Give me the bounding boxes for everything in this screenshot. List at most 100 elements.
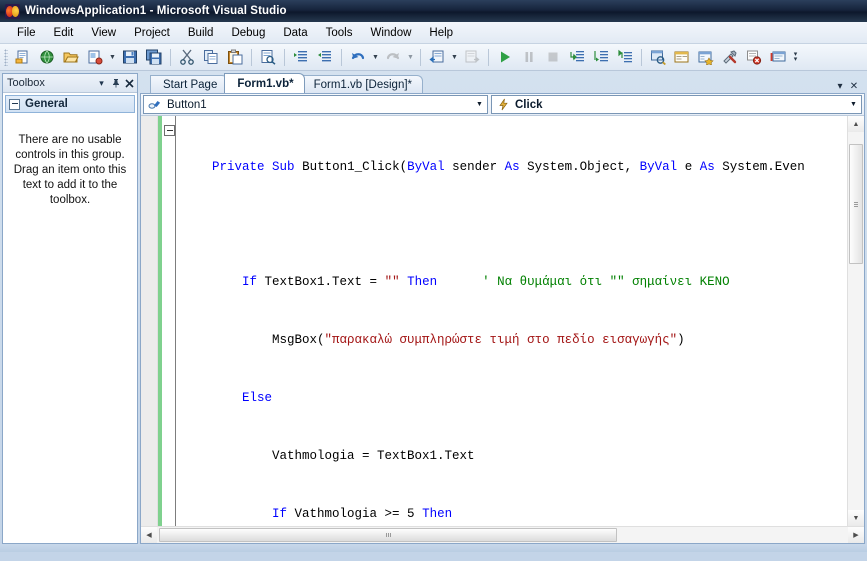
chevron-down-icon[interactable]: ▼ xyxy=(846,96,861,113)
save-all-icon[interactable] xyxy=(142,45,166,69)
close-icon[interactable]: ✕ xyxy=(847,81,861,92)
code-line: Vathmologia = TextBox1.Text xyxy=(182,449,475,464)
navigate-backward-dropdown-icon[interactable]: ▼ xyxy=(449,46,460,68)
code-line: MsgBox("παρακαλώ συμπληρώστε τιμή στο πε… xyxy=(182,333,685,348)
standard-toolbar: ▼ ▼ ▼ ▼ ▾ ▾ xyxy=(0,44,867,71)
save-icon[interactable] xyxy=(118,45,142,69)
tab-label: Form1.vb [Design]* xyxy=(313,78,413,91)
scroll-left-button[interactable]: ◀ xyxy=(141,527,157,543)
toolbox-header: Toolbox ▾ xyxy=(3,74,137,93)
menu-item-debug[interactable]: Debug xyxy=(222,25,274,41)
add-new-item-icon[interactable] xyxy=(83,45,107,69)
uncomment-icon[interactable] xyxy=(313,45,337,69)
chevron-down-icon[interactable]: ▾ xyxy=(833,81,847,92)
error-list-icon[interactable] xyxy=(742,45,766,69)
start-debugging-icon[interactable] xyxy=(493,45,517,69)
menu-bar: File Edit View Project Build Debug Data … xyxy=(0,22,867,44)
chevron-down-icon[interactable]: ▾ xyxy=(95,76,108,90)
class-dropdown-value: Button1 xyxy=(167,98,207,111)
cut-icon[interactable] xyxy=(175,45,199,69)
new-project-icon[interactable] xyxy=(11,45,35,69)
code-line: Else xyxy=(242,391,273,406)
tab-strip-controls: ▾ ✕ xyxy=(833,81,865,93)
toolbar-options-icon[interactable]: ▾ ▾ xyxy=(790,46,801,68)
menu-item-tools[interactable]: Tools xyxy=(317,25,362,41)
visual-studio-logo-icon xyxy=(5,3,20,19)
document-tab-strip: Start Page Form1.vb* Form1.vb [Design]* … xyxy=(140,73,865,93)
tab-label: Start Page xyxy=(163,78,218,91)
menu-item-build[interactable]: Build xyxy=(179,25,223,41)
output-window-icon[interactable] xyxy=(766,45,790,69)
window-title: WindowsApplication1 - Microsoft Visual S… xyxy=(25,5,287,17)
redo-dropdown-icon[interactable]: ▼ xyxy=(405,46,416,68)
tab-label: Form1.vb* xyxy=(237,77,294,90)
code-line: If Vathmologia >= 5 Then xyxy=(272,506,453,521)
toolbar-grip[interactable] xyxy=(4,48,8,66)
navigate-forward-icon[interactable] xyxy=(460,45,484,69)
horizontal-scrollbar[interactable]: ◀ ▶ xyxy=(141,526,864,543)
menu-item-view[interactable]: View xyxy=(82,25,125,41)
collapse-minus-icon[interactable] xyxy=(9,98,20,110)
stop-icon[interactable] xyxy=(541,45,565,69)
toolbox-group-label: General xyxy=(25,98,68,110)
scroll-right-button[interactable]: ▶ xyxy=(848,527,864,543)
add-new-item-dropdown-icon[interactable]: ▼ xyxy=(107,46,118,68)
code-editor: Button1 ▼ Click ▼ Private Sub Button1_Cl… xyxy=(140,93,865,544)
scroll-up-button[interactable]: ▲ xyxy=(848,116,864,132)
code-line: Private Sub Button1_Click(ByVal sender A… xyxy=(212,159,805,174)
pause-icon[interactable] xyxy=(517,45,541,69)
comment-icon[interactable] xyxy=(289,45,313,69)
vertical-scrollbar[interactable]: ▲ ▼ xyxy=(847,116,864,526)
copy-icon[interactable] xyxy=(199,45,223,69)
pin-icon[interactable] xyxy=(109,76,122,90)
redo-icon[interactable] xyxy=(381,45,405,69)
close-icon[interactable] xyxy=(123,76,136,90)
menu-item-file[interactable]: File xyxy=(8,25,45,41)
find-icon[interactable] xyxy=(256,45,280,69)
tab-form1-vb[interactable]: Form1.vb* xyxy=(224,73,305,93)
tab-start-page[interactable]: Start Page xyxy=(150,75,229,93)
class-dropdown[interactable]: Button1 ▼ xyxy=(143,95,488,114)
scroll-down-button[interactable]: ▼ xyxy=(848,510,864,526)
undo-icon[interactable] xyxy=(346,45,370,69)
object-browser-icon[interactable] xyxy=(694,45,718,69)
code-line: If TextBox1.Text = "" Then ' Να θυμάμαι … xyxy=(242,275,730,290)
horizontal-scroll-track[interactable] xyxy=(157,527,848,543)
breakpoint-margin[interactable] xyxy=(141,116,158,526)
step-out-icon[interactable] xyxy=(613,45,637,69)
vertical-scroll-track[interactable] xyxy=(848,132,864,510)
menu-item-project[interactable]: Project xyxy=(125,25,179,41)
menu-item-edit[interactable]: Edit xyxy=(45,25,83,41)
menu-item-data[interactable]: Data xyxy=(274,25,316,41)
menu-item-window[interactable]: Window xyxy=(362,25,421,41)
solution-explorer-icon[interactable] xyxy=(646,45,670,69)
navigate-backward-icon[interactable] xyxy=(425,45,449,69)
add-new-web-site-icon[interactable] xyxy=(35,45,59,69)
outlining-margin[interactable] xyxy=(162,116,176,526)
collapse-minus-icon[interactable] xyxy=(164,125,175,136)
code-text[interactable]: Private Sub Button1_Click(ByVal sender A… xyxy=(176,116,847,526)
event-lightning-icon xyxy=(495,97,511,113)
toolbar-separator xyxy=(341,48,342,66)
horizontal-scroll-thumb[interactable] xyxy=(159,528,618,542)
code-surface[interactable]: Private Sub Button1_Click(ByVal sender A… xyxy=(141,116,864,526)
tab-form1-vb-design[interactable]: Form1.vb [Design]* xyxy=(300,75,424,93)
toolbar-separator xyxy=(420,48,421,66)
member-dropdown-value: Click xyxy=(515,98,543,111)
menu-item-help[interactable]: Help xyxy=(420,25,462,41)
step-into-icon[interactable] xyxy=(565,45,589,69)
vertical-scroll-thumb[interactable] xyxy=(849,144,863,264)
chevron-down-icon[interactable]: ▼ xyxy=(472,96,487,113)
toolbox-group-general[interactable]: General xyxy=(5,95,135,113)
toolbox-icon[interactable] xyxy=(718,45,742,69)
undo-dropdown-icon[interactable]: ▼ xyxy=(370,46,381,68)
main-body: Toolbox ▾ General There are no usable co… xyxy=(0,71,867,544)
toolbar-separator xyxy=(641,48,642,66)
open-file-icon[interactable] xyxy=(59,45,83,69)
properties-window-icon[interactable] xyxy=(670,45,694,69)
step-over-icon[interactable] xyxy=(589,45,613,69)
paste-icon[interactable] xyxy=(223,45,247,69)
member-dropdown[interactable]: Click ▼ xyxy=(491,95,862,114)
toolbar-separator xyxy=(488,48,489,66)
